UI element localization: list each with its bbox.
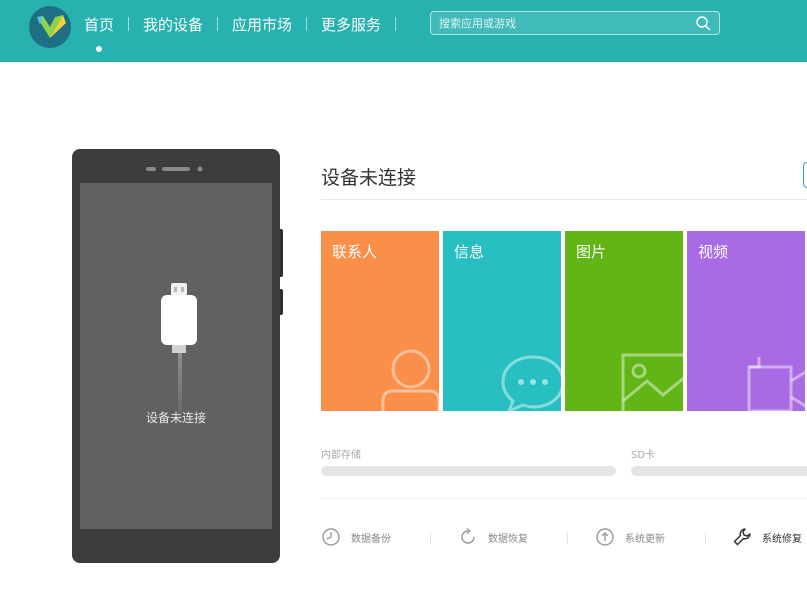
repair-button[interactable]: 系统修复: [732, 527, 802, 547]
phone-power-button: [280, 289, 283, 315]
divider: [321, 199, 807, 200]
repair-label: 系统修复: [762, 533, 802, 545]
video-icon: [747, 357, 805, 411]
app-logo-icon[interactable]: [28, 5, 72, 49]
search-input[interactable]: [439, 14, 689, 32]
connect-button[interactable]: [803, 162, 807, 188]
nav-app-market[interactable]: 应用市场: [232, 14, 292, 35]
top-bar: 首页 我的设备 应用市场 更多服务: [0, 0, 807, 62]
main-nav: 首页 我的设备 应用市场 更多服务: [84, 13, 410, 52]
phone-volume-button: [280, 229, 283, 277]
search-icon[interactable]: [695, 15, 711, 31]
nav-home[interactable]: 首页: [84, 14, 114, 52]
tile-videos[interactable]: 视频: [687, 231, 805, 411]
tile-label: 联系人: [332, 243, 378, 261]
update-button[interactable]: 系统更新: [595, 527, 665, 547]
tile-contacts[interactable]: 联系人: [321, 231, 439, 411]
tool-separator: [430, 532, 431, 544]
update-icon: [596, 528, 614, 546]
nav-more-services[interactable]: 更多服务: [321, 14, 381, 35]
tool-separator: [705, 532, 706, 544]
message-icon: [501, 355, 561, 411]
nav-separator: [217, 17, 219, 31]
restore-button[interactable]: 数据恢复: [458, 527, 528, 547]
contact-icon: [381, 349, 439, 411]
divider: [321, 498, 807, 499]
restore-label: 数据恢复: [488, 533, 528, 545]
page-title: 设备未连接: [321, 167, 417, 189]
tile-messages[interactable]: 信息: [443, 231, 561, 411]
tile-label: 信息: [454, 243, 485, 261]
tile-label: 视频: [698, 243, 729, 261]
storage-label-internal: 内部存储: [321, 450, 361, 461]
phone-status-text: 设备未连接: [145, 411, 206, 425]
backup-icon: [322, 528, 340, 546]
tool-separator: [567, 532, 568, 544]
storage-bar-sd: [631, 466, 807, 476]
phone-illustration: 设备未连接: [72, 149, 283, 563]
nav-separator: [306, 17, 308, 31]
storage-label-sd: SD卡: [631, 450, 656, 461]
phone-speaker-icon: [146, 166, 203, 172]
backup-button[interactable]: 数据备份: [321, 527, 391, 547]
tile-images[interactable]: 图片: [565, 231, 683, 411]
nav-my-device[interactable]: 我的设备: [143, 14, 203, 35]
update-label: 系统更新: [625, 533, 665, 545]
storage-bar-internal: [321, 466, 616, 476]
nav-separator: [128, 17, 130, 31]
restore-icon: [461, 527, 475, 544]
tile-label: 图片: [576, 243, 607, 261]
nav-separator: [395, 17, 397, 31]
wrench-icon: [733, 528, 751, 546]
usb-plug-icon: [161, 283, 197, 353]
backup-label: 数据备份: [351, 533, 391, 545]
image-icon: [621, 353, 683, 411]
search-box[interactable]: [430, 11, 720, 35]
phone-screen: 设备未连接: [80, 183, 272, 529]
